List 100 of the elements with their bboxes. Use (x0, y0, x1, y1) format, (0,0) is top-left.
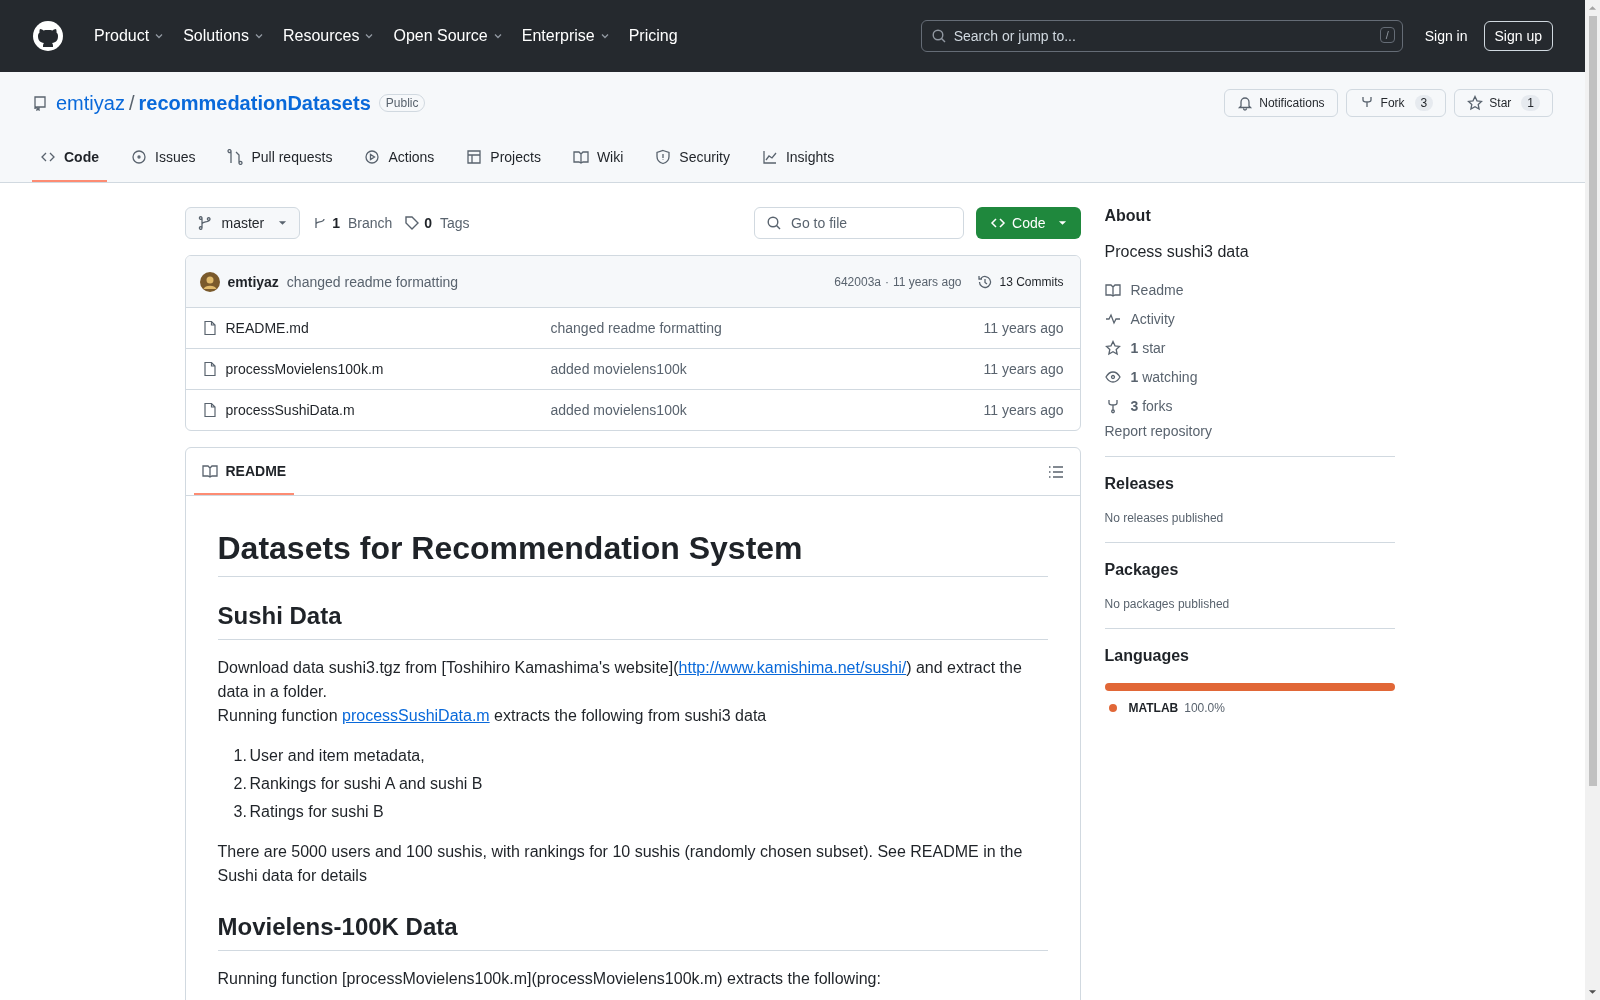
about-link[interactable]: Readme (1104, 275, 1401, 304)
file-time: 11 years ago (983, 361, 1064, 377)
commit-message-link[interactable]: added movielens100k (550, 402, 984, 418)
eye-icon (1104, 368, 1121, 385)
repository-description: Process sushi3 data (1104, 243, 1250, 261)
history-icon (977, 273, 994, 290)
book-icon (201, 462, 218, 479)
repository-tab[interactable]: Actions (356, 136, 443, 182)
list-item: Rankings for sushi A and sushi B (249, 774, 483, 794)
branches-link[interactable]: 1 Branch (312, 215, 393, 231)
go-to-file-field[interactable]: Go to file (754, 207, 965, 239)
readme-tab[interactable]: README (193, 448, 295, 495)
repository-tab[interactable]: Issues (123, 136, 204, 182)
repository-name-link[interactable]: recommedationDatasets (138, 91, 371, 115)
star-icon (1467, 95, 1484, 111)
tags-link[interactable]: 0 Tags (404, 215, 470, 231)
counter-button[interactable]: Star 1 (1454, 89, 1553, 117)
nav-menu-item[interactable]: Solutions (175, 21, 273, 51)
star-icon (1104, 339, 1121, 356)
search-icon (766, 215, 783, 231)
outline-list-icon[interactable] (1047, 463, 1064, 480)
text-link[interactable]: http://www.kamishima.net/sushi/ (678, 659, 907, 676)
scrollbar[interactable] (1585, 0, 1600, 1000)
section-heading: Sushi Data (217, 601, 1048, 640)
pull-request-icon (227, 149, 244, 165)
shortcut-key: / (1379, 27, 1395, 43)
report-repository-link[interactable]: Report repository (1104, 423, 1401, 439)
about-link[interactable]: 3 forks (1104, 391, 1401, 420)
tag-icon (404, 215, 421, 231)
list-number: 2. (233, 774, 244, 794)
file-time: 11 years ago (983, 320, 1064, 336)
paragraph: Running function [processMovielens100k.m](processMovielens100k.m) extracts the following: (217, 969, 882, 989)
graph-icon (761, 149, 778, 165)
book-icon (1104, 281, 1121, 298)
nav-menu-item[interactable]: Enterprise (513, 21, 619, 51)
repository-tab[interactable]: Wiki (564, 136, 632, 182)
section-heading: Movielens-100K Data (217, 912, 1048, 951)
text-link[interactable]: processSushiData.m (342, 707, 490, 724)
repository-tab[interactable]: Security (647, 136, 738, 182)
path-separator: / (128, 91, 135, 115)
file-icon (201, 361, 218, 377)
nav-menu-item[interactable]: Product (86, 21, 174, 51)
branch-selector[interactable]: master (184, 207, 301, 239)
caret-icon (1057, 220, 1067, 226)
shield-icon (655, 149, 672, 165)
about-heading: About (1104, 207, 1152, 225)
file-name-link[interactable]: processSushiData.m (225, 402, 551, 418)
avatar-icon (199, 271, 220, 292)
language-percent: 100.0% (1184, 701, 1225, 715)
commit-hash-link[interactable]: 642003a (834, 274, 881, 289)
about-link[interactable]: 1 watching (1104, 362, 1401, 391)
nav-menu-item[interactable]: Open Source (385, 21, 512, 51)
readme-title: Datasets for Recommendation System (217, 528, 1048, 577)
commit-message-link[interactable]: changed readme formatting (286, 273, 459, 290)
file-time: 11 years ago (983, 402, 1064, 418)
list-item: Ratings for sushi B (249, 802, 384, 822)
notifications-button[interactable]: Notifications (1224, 89, 1338, 117)
list-item: User and item metadata, (249, 746, 425, 766)
commit-message-link[interactable]: added movielens100k (550, 361, 984, 377)
sign-in-link[interactable]: Sign in (1424, 28, 1468, 44)
commit-author-link[interactable]: emtiyaz (227, 273, 279, 290)
nav-menu-item[interactable]: Pricing (620, 21, 686, 51)
file-name-link[interactable]: README.md (225, 320, 551, 336)
list-number: 3. (233, 802, 244, 822)
count-badge: 3 (1414, 95, 1434, 111)
sign-up-button[interactable]: Sign up (1483, 21, 1553, 51)
languages-heading: Languages (1104, 647, 1190, 665)
counter-button[interactable]: Fork 3 (1345, 89, 1447, 117)
owner-link[interactable]: emtiyaz (56, 91, 125, 115)
scrollbar-thumb[interactable] (1588, 16, 1597, 786)
about-link[interactable]: Activity (1104, 304, 1401, 333)
nav-menu-item[interactable]: Resources (274, 21, 384, 51)
language-name: MATLAB (1128, 701, 1179, 715)
branch-icon (197, 215, 214, 231)
repository-tab[interactable]: Projects (458, 136, 549, 182)
bell-icon (1237, 95, 1254, 111)
repository-tab[interactable]: Insights (753, 136, 843, 182)
about-link[interactable]: 1 star (1104, 333, 1401, 362)
commits-link[interactable]: 13 Commits (977, 273, 1064, 290)
count-badge: 1 (1521, 95, 1540, 111)
file-icon (201, 320, 218, 336)
packages-heading: Packages (1104, 561, 1180, 579)
file-icon (201, 402, 218, 418)
code-button[interactable]: Code (976, 207, 1081, 239)
repository-tab[interactable]: Code (32, 136, 107, 182)
commit-time: 11 years ago (893, 274, 962, 289)
repository-icon (32, 95, 48, 111)
releases-heading: Releases (1104, 475, 1175, 493)
packages-note: No packages published (1104, 597, 1231, 611)
file-name-link[interactable]: processMovielens100k.m (225, 361, 551, 377)
repository-tab[interactable]: Pull requests (219, 136, 341, 182)
separator-dot: · (885, 274, 889, 289)
paragraph: Download data sushi3.tgz from [Toshihiro Kamashima's website](http://www.kamishima.net/sushi/) and extract the data in a folder. Running function processSushiData.m extracts the following from sushi3 data (217, 658, 1023, 726)
book-icon (572, 149, 589, 165)
scroll-down-icon[interactable] (1588, 989, 1597, 995)
commit-message-link[interactable]: changed readme formatting (550, 320, 984, 336)
table-icon (466, 149, 483, 165)
caret-icon (278, 220, 288, 226)
octocat-logo-icon[interactable] (32, 20, 64, 52)
scroll-up-icon[interactable] (1588, 5, 1597, 11)
